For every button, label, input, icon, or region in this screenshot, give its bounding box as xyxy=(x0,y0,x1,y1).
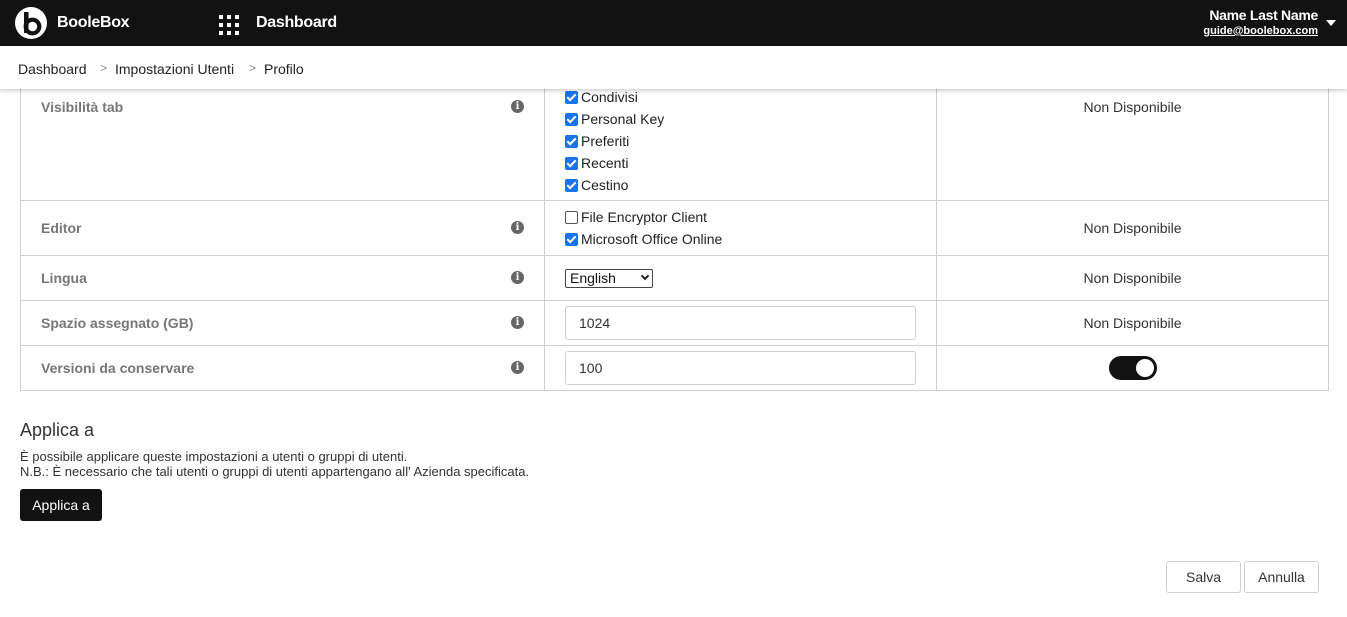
cancel-button[interactable]: Annulla xyxy=(1244,561,1319,593)
versions-toggle[interactable] xyxy=(1108,356,1157,380)
checkbox[interactable] xyxy=(565,90,578,104)
breadcrumb-item-user-settings[interactable]: Impostazioni Utenti xyxy=(115,61,234,77)
setting-label: Spazio assegnato (GB) xyxy=(41,315,194,331)
setting-value-cell: English xyxy=(544,255,937,301)
apply-note: N.B.: È necessario che tali utenti o gru… xyxy=(20,464,530,479)
checkbox-label: Personal Key xyxy=(581,111,665,127)
page-title: Dashboard xyxy=(256,14,337,31)
settings-table: Visibilità tab i Condivisi Personal Key … xyxy=(20,82,1329,391)
checkbox-option-file-encryptor[interactable]: File Encryptor Client xyxy=(565,206,936,228)
boolebox-logo-icon[interactable] xyxy=(15,7,47,39)
brand-name[interactable]: BooleBox xyxy=(57,14,130,32)
availability-cell: Non Disponibile xyxy=(936,255,1329,301)
setting-label-cell: Versioni da conservare i xyxy=(20,345,545,391)
user-email-link[interactable]: guide@boolebox.com xyxy=(1203,25,1318,37)
breadcrumb-item-profile: Profilo xyxy=(264,61,304,77)
checkbox[interactable] xyxy=(565,156,578,170)
info-icon[interactable]: i xyxy=(511,100,524,113)
checkbox-option-office-online[interactable]: Microsoft Office Online xyxy=(565,228,936,250)
table-row: Visibilità tab i Condivisi Personal Key … xyxy=(20,82,1329,201)
breadcrumb: Dashboard > Impostazioni Utenti > Profil… xyxy=(0,46,1347,89)
checkbox[interactable] xyxy=(565,232,578,246)
table-row: Versioni da conservare i 100 xyxy=(20,345,1329,391)
checkbox-option-recenti[interactable]: Recenti xyxy=(565,152,936,174)
user-name[interactable]: Name Last Name xyxy=(1209,7,1318,23)
checkbox[interactable] xyxy=(565,134,578,148)
checkbox-label: Condivisi xyxy=(581,89,638,105)
breadcrumb-separator: > xyxy=(249,61,257,75)
setting-label-cell: Lingua i xyxy=(20,255,545,301)
checkbox-label: Microsoft Office Online xyxy=(581,231,723,247)
checkbox-option-personal-key[interactable]: Personal Key xyxy=(565,108,936,130)
setting-label: Editor xyxy=(41,220,82,236)
table-row: Lingua i English Non Disponibile xyxy=(20,255,1329,301)
checkbox[interactable] xyxy=(565,210,578,224)
availability-cell xyxy=(936,345,1329,391)
save-button[interactable]: Salva xyxy=(1166,561,1241,593)
info-icon[interactable]: i xyxy=(511,271,524,284)
availability-cell: Non Disponibile xyxy=(936,82,1329,201)
apps-grid-icon[interactable] xyxy=(219,15,239,35)
toggle-knob xyxy=(1135,359,1154,377)
checkbox-option-cestino[interactable]: Cestino xyxy=(565,174,936,196)
checkbox-option-preferiti[interactable]: Preferiti xyxy=(565,130,936,152)
breadcrumb-item-dashboard[interactable]: Dashboard xyxy=(18,61,87,77)
setting-label: Versioni da conservare xyxy=(41,360,195,376)
setting-label-cell: Editor i xyxy=(20,200,545,256)
checkbox-label: File Encryptor Client xyxy=(581,209,708,225)
apply-section-title: Applica a xyxy=(20,420,95,440)
checkbox-label: Recenti xyxy=(581,155,629,171)
setting-label-cell: Visibilità tab i xyxy=(20,82,545,201)
language-select[interactable]: English xyxy=(565,268,653,288)
setting-label-cell: Spazio assegnato (GB) i xyxy=(20,300,545,346)
chevron-down-icon xyxy=(640,271,650,281)
checkbox-option-condivisi[interactable]: Condivisi xyxy=(565,86,936,108)
setting-label: Lingua xyxy=(41,270,87,286)
checkbox[interactable] xyxy=(565,112,578,126)
availability-cell: Non Disponibile xyxy=(936,300,1329,346)
table-row: Spazio assegnato (GB) i 1024 Non Disponi… xyxy=(20,300,1329,346)
versions-input[interactable]: 100 xyxy=(565,351,916,385)
setting-value-cell: Condivisi Personal Key Preferiti Recenti… xyxy=(544,82,937,201)
table-row: Editor i File Encryptor Client Microsoft… xyxy=(20,200,1329,256)
checkbox[interactable] xyxy=(565,178,578,192)
apply-to-button[interactable]: Applica a xyxy=(20,489,102,521)
checkbox-label: Preferiti xyxy=(581,133,630,149)
chevron-down-icon[interactable] xyxy=(1326,20,1336,26)
info-icon[interactable]: i xyxy=(511,316,524,329)
checkbox-label: Cestino xyxy=(581,177,629,193)
top-bar: BooleBox Dashboard Name Last Name guide@… xyxy=(0,0,1347,46)
setting-value-cell: 100 xyxy=(544,345,937,391)
info-icon[interactable]: i xyxy=(511,221,524,234)
storage-input[interactable]: 1024 xyxy=(565,306,916,340)
language-select-value: English xyxy=(570,270,616,286)
info-icon[interactable]: i xyxy=(511,361,524,374)
setting-value-cell: 1024 xyxy=(544,300,937,346)
setting-value-cell: File Encryptor Client Microsoft Office O… xyxy=(544,200,937,256)
setting-label: Visibilità tab xyxy=(41,99,124,115)
apply-description: È possibile applicare queste impostazion… xyxy=(20,449,408,464)
availability-cell: Non Disponibile xyxy=(936,200,1329,256)
breadcrumb-separator: > xyxy=(100,61,108,75)
